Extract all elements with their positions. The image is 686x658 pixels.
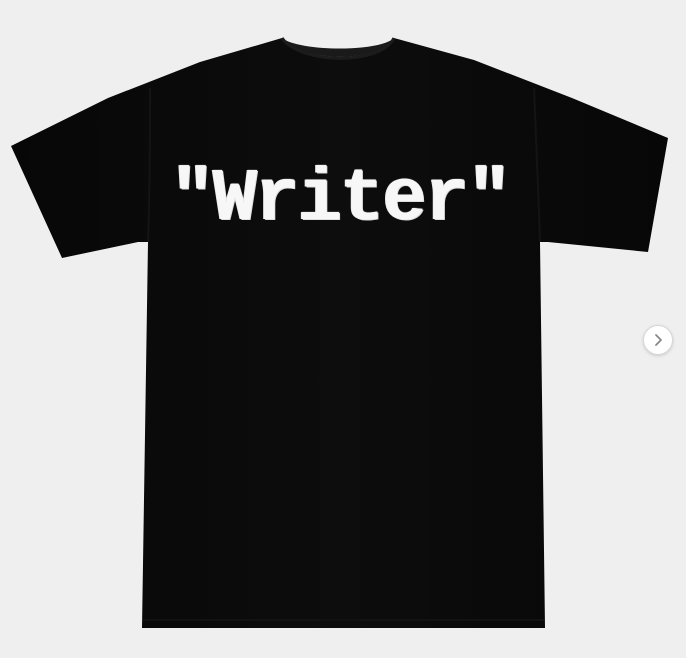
tshirt-body — [11, 38, 668, 628]
chevron-right-icon — [655, 334, 662, 346]
shirt-print-text: "Writer" — [170, 158, 511, 242]
next-image-button[interactable] — [643, 325, 673, 355]
tshirt-image — [11, 37, 668, 628]
product-image-viewer: "Writer" — [0, 0, 686, 658]
